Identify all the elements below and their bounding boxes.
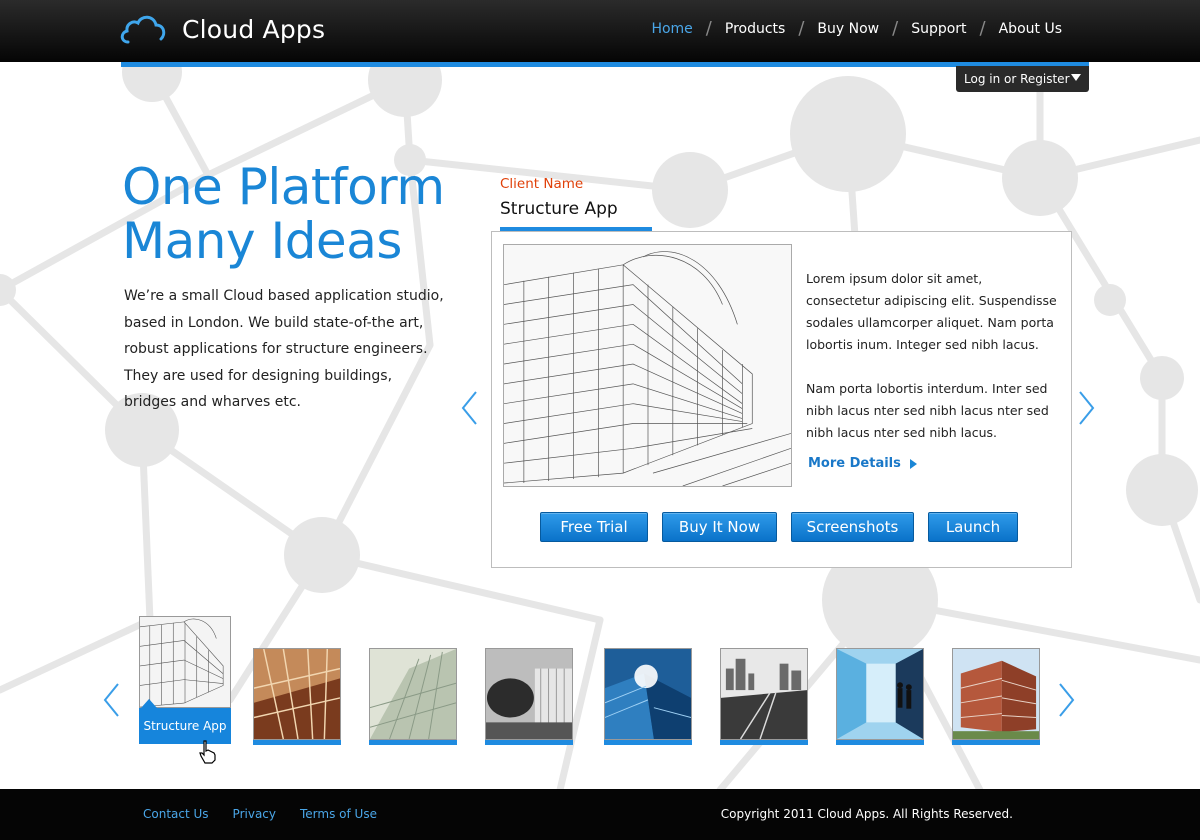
thumbnail-bar bbox=[369, 740, 457, 745]
thumbnail-image bbox=[952, 648, 1040, 740]
chevron-right-icon bbox=[1079, 391, 1095, 425]
footer-link-contact-us[interactable]: Contact Us bbox=[143, 807, 209, 821]
label-notch bbox=[141, 699, 157, 708]
cloud-icon bbox=[120, 15, 166, 44]
thumbnail-4[interactable] bbox=[485, 648, 573, 745]
thumbnail-bar bbox=[485, 740, 573, 745]
thumbnail-bar bbox=[952, 740, 1040, 745]
footer-link-privacy[interactable]: Privacy bbox=[233, 807, 276, 821]
thumbnail-image bbox=[139, 616, 231, 708]
app-screenshot-image bbox=[503, 244, 792, 487]
thumbnail-structure-app[interactable]: Structure App bbox=[139, 616, 231, 744]
chevron-left-icon bbox=[103, 683, 119, 717]
launch-button[interactable]: Launch bbox=[928, 512, 1018, 542]
hero-title-line1: One Platform bbox=[122, 158, 445, 216]
nav-separator: / bbox=[705, 18, 712, 39]
thumbnail-3[interactable] bbox=[369, 648, 457, 745]
thumbnail-image bbox=[836, 648, 924, 740]
login-label: Log in or Register bbox=[964, 72, 1070, 86]
carousel-prev-arrow[interactable] bbox=[102, 682, 122, 718]
site-header: Cloud Apps Home / Products / Buy Now / S… bbox=[0, 0, 1200, 62]
thumbnail-image bbox=[253, 648, 341, 740]
showcase-prev-arrow[interactable] bbox=[460, 390, 480, 426]
description-paragraph-1: Lorem ipsum dolor sit amet, consectetur … bbox=[806, 271, 1057, 352]
header-accent-bar bbox=[121, 62, 1089, 67]
more-details-link[interactable]: More Details bbox=[808, 456, 917, 471]
thumbnail-image bbox=[720, 648, 808, 740]
caret-down-icon bbox=[1071, 74, 1081, 81]
login-register-dropdown[interactable]: Log in or Register bbox=[956, 66, 1089, 92]
logo[interactable]: Cloud Apps bbox=[118, 12, 325, 46]
triangle-right-icon bbox=[909, 458, 917, 469]
copyright-text: Copyright 2011 Cloud Apps. All Rights Re… bbox=[720, 807, 1013, 821]
thumbnail-bar bbox=[253, 740, 341, 745]
client-label: Client Name bbox=[500, 176, 584, 192]
hero-title: One Platform Many Ideas bbox=[122, 160, 445, 268]
thumbnail-active-label: Structure App bbox=[139, 699, 231, 744]
thumbnail-5[interactable] bbox=[604, 648, 692, 745]
site-footer: Contact Us Privacy Terms of Use Copyrigh… bbox=[0, 789, 1200, 840]
thumbnail-bar bbox=[836, 740, 924, 745]
buy-it-now-button[interactable]: Buy It Now bbox=[662, 512, 777, 542]
thumbnail-6[interactable] bbox=[720, 648, 808, 745]
screenshots-button[interactable]: Screenshots bbox=[791, 512, 914, 542]
nav-separator: / bbox=[798, 18, 805, 39]
footer-links: Contact Us Privacy Terms of Use bbox=[143, 807, 401, 821]
showcase-panel: Lorem ipsum dolor sit amet, consectetur … bbox=[491, 231, 1072, 568]
thumbnail-active-label-text: Structure App bbox=[143, 719, 227, 733]
more-details-label: More Details bbox=[808, 456, 901, 471]
hero-description: We’re a small Cloud based application st… bbox=[124, 288, 444, 410]
chevron-right-icon bbox=[1059, 683, 1075, 717]
action-buttons: Free Trial Buy It Now Screenshots Launch bbox=[540, 512, 1032, 542]
thumbnail-image bbox=[604, 648, 692, 740]
thumbnail-2[interactable] bbox=[253, 648, 341, 745]
thumbnail-image bbox=[485, 648, 573, 740]
thumbnail-image bbox=[369, 648, 457, 740]
nav-separator: / bbox=[979, 18, 986, 39]
hand-cursor-icon bbox=[198, 740, 218, 768]
nav-separator: / bbox=[892, 18, 899, 39]
showcase-next-arrow[interactable] bbox=[1076, 390, 1096, 426]
logo-text: Cloud Apps bbox=[182, 14, 326, 44]
free-trial-button[interactable]: Free Trial bbox=[540, 512, 648, 542]
description-paragraph-2: Nam porta lobortis interdum. Inter sed n… bbox=[806, 381, 1049, 440]
app-name: Structure App bbox=[500, 199, 618, 219]
nav-about-us[interactable]: About Us bbox=[999, 21, 1062, 37]
thumbnail-bar bbox=[720, 740, 808, 745]
thumbnail-7[interactable] bbox=[836, 648, 924, 745]
nav-products[interactable]: Products bbox=[725, 21, 785, 37]
nav-home[interactable]: Home bbox=[651, 21, 692, 37]
nav-buy-now[interactable]: Buy Now bbox=[817, 21, 879, 37]
thumbnail-bar bbox=[604, 740, 692, 745]
main-nav: Home / Products / Buy Now / Support / Ab… bbox=[651, 20, 1062, 38]
carousel-next-arrow[interactable] bbox=[1056, 682, 1076, 718]
chevron-left-icon bbox=[461, 391, 477, 425]
hero-title-line2: Many Ideas bbox=[122, 212, 402, 270]
nav-support[interactable]: Support bbox=[911, 21, 966, 37]
thumbnail-8[interactable] bbox=[952, 648, 1040, 745]
footer-link-terms-of-use[interactable]: Terms of Use bbox=[300, 807, 377, 821]
